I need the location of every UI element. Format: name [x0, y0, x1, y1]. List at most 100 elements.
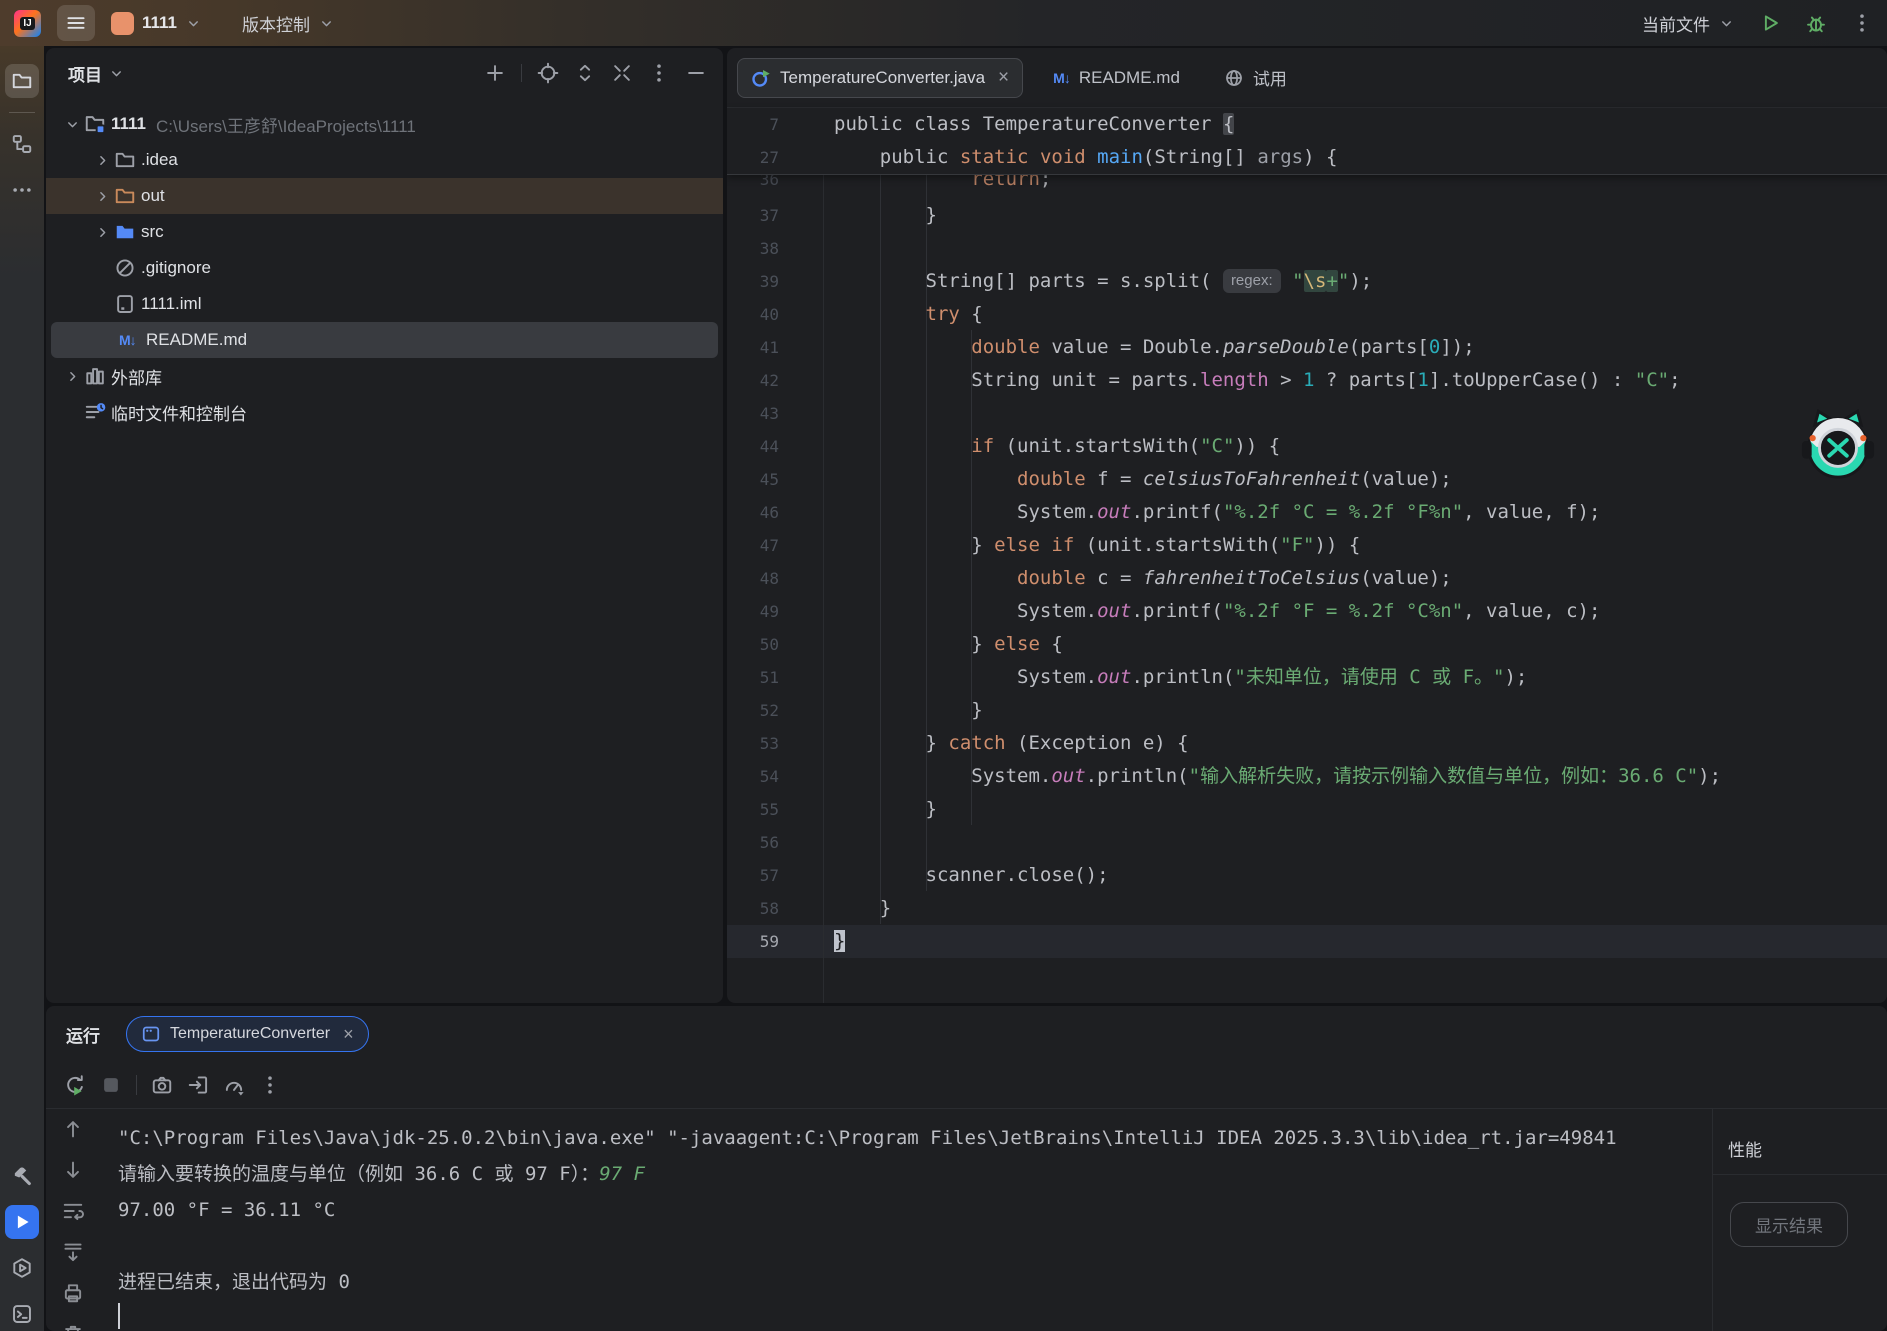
code-line[interactable]: 50 } else { [727, 628, 1887, 661]
more-actions-button[interactable] [1851, 12, 1873, 34]
tree-row-1111.iml[interactable]: 1111.iml [46, 286, 723, 322]
import-button[interactable] [187, 1074, 209, 1096]
expand-all-button[interactable] [574, 62, 596, 84]
line-number: 47 [727, 529, 779, 562]
line-number: 56 [727, 826, 779, 859]
collapse-all-button[interactable] [611, 62, 633, 84]
options-button[interactable] [648, 62, 670, 84]
project-widget[interactable]: 1111 [111, 12, 202, 35]
profiler-button[interactable] [223, 1074, 245, 1096]
code-line[interactable]: 7public class TemperatureConverter { [727, 108, 1887, 141]
code-line[interactable]: 43 [727, 397, 1887, 430]
close-icon[interactable]: × [998, 67, 1009, 89]
code-area[interactable]: 37 }3839 String[] parts = s.split( regex… [727, 199, 1887, 958]
chevron-down-icon [318, 15, 335, 32]
chevron-down-icon[interactable] [64, 116, 81, 133]
console-line: 97.00 °F = 36.11 °C [118, 1192, 1678, 1228]
line-number: 55 [727, 793, 779, 826]
tree-row-item[interactable]: 临时文件和控制台 [46, 394, 723, 430]
project-panel-header: 项目 [46, 48, 723, 98]
library-icon [84, 365, 106, 387]
code-line[interactable]: 38 [727, 232, 1887, 265]
chevron-down-icon[interactable] [108, 65, 125, 82]
stop-button[interactable] [100, 1074, 122, 1096]
code-line[interactable]: 36 return; [727, 175, 1887, 196]
rerun-button[interactable] [64, 1074, 86, 1096]
code-line[interactable]: 59} [727, 925, 1887, 958]
tree-row-item[interactable]: 外部库 [46, 358, 723, 394]
code-line[interactable]: 48 double c = fahrenheitToCelsius(value)… [727, 562, 1887, 595]
run-tool-window[interactable] [5, 1205, 39, 1239]
build-tool-window[interactable] [5, 1159, 39, 1193]
chevron-right-icon[interactable] [64, 368, 81, 385]
project-tool-window[interactable] [5, 64, 39, 98]
code-line[interactable]: 41 double value = Double.parseDouble(par… [727, 331, 1887, 364]
editor-tab-tab[interactable]: 试用 [1210, 58, 1301, 98]
console-output[interactable]: "C:\Program Files\Java\jdk-25.0.2\bin\ja… [118, 1120, 1678, 1331]
soft-wrap-button[interactable] [62, 1200, 84, 1222]
code-line[interactable]: 37 } [727, 199, 1887, 232]
run-tab[interactable]: TemperatureConverter × [126, 1016, 369, 1052]
scroll-to-end-button[interactable] [62, 1241, 84, 1263]
project-tree: 1111C:\Users\王彦舒\IdeaProjects\1111.ideao… [46, 98, 723, 430]
code-line[interactable]: 55 } [727, 793, 1887, 826]
code-line[interactable]: 42 String unit = parts.length > 1 ? part… [727, 364, 1887, 397]
run-configuration-selector[interactable]: 当前文件 [1642, 11, 1735, 36]
run-config-label: 当前文件 [1642, 11, 1710, 36]
close-icon[interactable]: × [343, 1024, 354, 1045]
tree-row-.gitignore[interactable]: .gitignore [46, 250, 723, 286]
code-line[interactable]: 40 try { [727, 298, 1887, 331]
console-gutter-toolbar [54, 1118, 92, 1331]
editor-tab-README.md[interactable]: M↓README.md [1039, 58, 1194, 98]
code-line[interactable]: 45 double f = celsiusToFahrenheit(value)… [727, 463, 1887, 496]
tree-row-README.md[interactable]: M↓README.md [51, 322, 718, 358]
code-line[interactable]: 27 public static void main(String[] args… [727, 141, 1887, 174]
vcs-label: 版本控制 [242, 11, 310, 36]
console-more-button[interactable] [259, 1074, 281, 1096]
tree-row-.idea[interactable]: .idea [46, 142, 723, 178]
services-tool-window[interactable] [5, 1251, 39, 1285]
vcs-widget[interactable]: 版本控制 [242, 11, 335, 36]
code-line[interactable]: 58 } [727, 892, 1887, 925]
editor-tab-TemperatureConverter.java[interactable]: TemperatureConverter.java× [737, 58, 1023, 98]
editor-panel: TemperatureConverter.java×M↓README.md试用 … [727, 48, 1887, 1003]
chevron-down-icon [1718, 15, 1735, 32]
prev-occurrence-button[interactable] [62, 1118, 84, 1140]
code-line[interactable]: 47 } else if (unit.startsWith("F")) { [727, 529, 1887, 562]
code-line[interactable]: 52 } [727, 694, 1887, 727]
screenshot-button[interactable] [151, 1074, 173, 1096]
next-occurrence-button[interactable] [62, 1159, 84, 1181]
line-number: 46 [727, 496, 779, 529]
code-line[interactable]: 46 System.out.printf("%.2f °C = %.2f °F%… [727, 496, 1887, 529]
show-results-button[interactable]: 显示结果 [1730, 1202, 1848, 1247]
chevron-right-icon[interactable] [94, 152, 111, 169]
code-line[interactable]: 39 String[] parts = s.split( regex: "\s+… [727, 265, 1887, 298]
terminal-tool-window[interactable] [5, 1297, 39, 1331]
chevron-right-icon[interactable] [94, 188, 111, 205]
chevron-right-icon[interactable] [94, 224, 111, 241]
code-line[interactable]: 54 System.out.println("输入解析失败，请按示例输入数值与单… [727, 760, 1887, 793]
code-line[interactable]: 56 [727, 826, 1887, 859]
code-line[interactable]: 51 System.out.println("未知单位，请使用 C 或 F。")… [727, 661, 1887, 694]
run-panel-header: 运行 TemperatureConverter × [46, 1006, 1887, 1062]
select-opened-file-button[interactable] [537, 62, 559, 84]
main-menu-button[interactable] [57, 5, 95, 41]
intellij-idea-logo-icon: IJ [14, 10, 41, 37]
run-button[interactable] [1759, 12, 1781, 34]
debug-button[interactable] [1805, 12, 1827, 34]
structure-tool-window[interactable] [5, 127, 39, 161]
code-line[interactable]: 44 if (unit.startsWith("C")) { [727, 430, 1887, 463]
print-button[interactable] [62, 1282, 84, 1304]
hide-panel-button[interactable] [685, 62, 707, 84]
code-line[interactable]: 57 scanner.close(); [727, 859, 1887, 892]
clear-button[interactable] [62, 1323, 84, 1331]
code-line[interactable]: 49 System.out.printf("%.2f °F = %.2f °C%… [727, 595, 1887, 628]
more-tool-windows[interactable] [5, 173, 39, 207]
tree-row-1111[interactable]: 1111C:\Users\王彦舒\IdeaProjects\1111 [46, 106, 723, 142]
line-number: 57 [727, 859, 779, 892]
code-line[interactable]: 53 } catch (Exception e) { [727, 727, 1887, 760]
tree-row-out[interactable]: out [46, 178, 723, 214]
add-button[interactable] [484, 62, 506, 84]
tree-row-src[interactable]: src [46, 214, 723, 250]
line-number: 40 [727, 298, 779, 331]
